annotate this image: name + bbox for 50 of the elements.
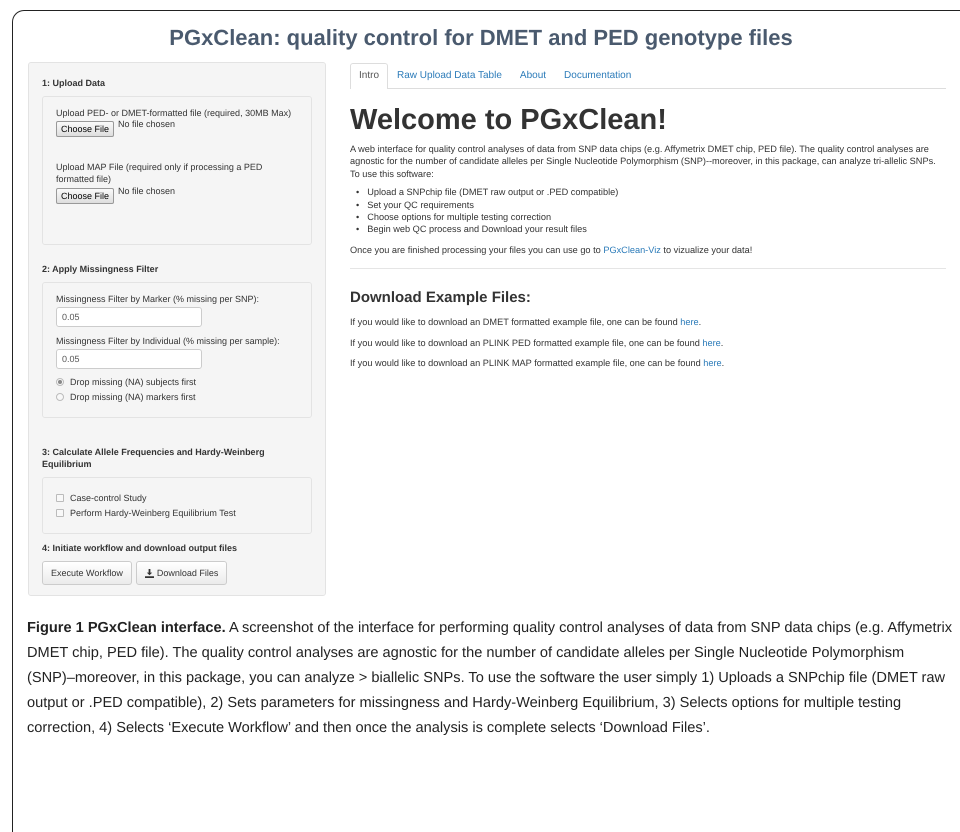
info-text: If you would like to download an PLINK MAP formatted example file, one can be found here. [350,357,726,370]
link[interactable]: here [703,358,722,368]
checkbox-label: Case-control Study [70,493,147,504]
bullet: • [356,211,360,224]
field-label: Upload PED- or DMET-formatted file (required, 30MB Max) [56,107,292,120]
info-text: Once you are finished processing your files you can use go to PGxClean-Viz to vizualize your data! [350,244,754,256]
intro-paragraph: A web interface for quality control analyses of data from SNP data chips (e.g. Affymetrix DMET chip, PED file). The quality control analyses are agnostic for the number of candidate alleles per Single Nucleotide Polymorphism (SNP)--moreover, in this package, can analyze tri-allelic SNPs. To use this software: [350,142,937,180]
figure-caption: Figure 1 PGxClean interface. A screenshot of the interface for performing quality control analyses of data from SNP data chips (e.g. Affymetrix DMET chip, PED file). The quality control analyses are agnostic for the number of candidate alleles per Single Nucleotide Polymorphism (SNP)–moreover, in this package, you can analyze > biallelic SNPs. To use the software the user simply 1) Uploads a SNPchip file (DMET raw output or .PED compatible), 2) Sets parameters for missingness and Hardy-Weinberg Equilibrium, 3) Selects options for multiple testing correction, 4) Selects ‘Execute Workflow’ and then once the analysis is complete selects ‘Download Files’. [26,619,952,738]
list-item: Begin web QC process and Download your result files [367,223,587,236]
choose-file-button[interactable]: Choose File [56,188,114,204]
info-text: If you would like to download an PLINK PED formatted example file, one can be found here. [350,336,724,350]
checkbox-label: Perform Hardy-Weinberg Equilibrium Test [70,508,236,518]
bullet: • [356,198,360,211]
radio-button[interactable] [56,378,64,386]
link[interactable]: here [702,338,721,348]
checkbox[interactable] [56,509,64,518]
app-title: PGxClean: quality control for DMET and PED genotype files [168,25,794,51]
field-label: Missingness Filter by Marker (% missing per SNP): [56,292,260,305]
radio-button[interactable] [56,392,64,401]
input-field[interactable]: 0.05 [56,306,202,327]
section-heading: Download Example Files: [350,289,532,306]
radio-label: Drop missing (NA) markers first [70,392,196,402]
section-heading: 3: Calculate Allele Frequencies and Hardy-Weinberg Equilibrium [42,446,266,470]
info-text: If you would like to download an DMET formatted example file, one can be found here. [350,316,702,329]
file-status: No file chosen [118,119,176,130]
link[interactable]: PGxClean-Viz [603,244,661,255]
checkbox[interactable] [56,494,64,502]
link[interactable]: here [680,317,699,328]
tab[interactable]: Intro [350,63,388,89]
field-label: Missingness Filter by Individual (% missing per sample): [56,334,281,347]
field-label: Upload MAP File (required only if processing a PED formatted file) [56,161,264,186]
input-field[interactable]: 0.05 [56,348,202,369]
section-heading: 2: Apply Missingness Filter [42,262,160,275]
download-button[interactable]: Download Files [136,561,228,586]
section-heading: 1: Upload Data [42,77,106,90]
list-item: Choose options for multiple testing correction [367,211,552,224]
download-icon [144,568,154,578]
bullet: • [356,186,360,199]
list-item: Set your QC requirements [367,198,474,211]
tab[interactable]: About [510,63,556,89]
radio-label: Drop missing (NA) subjects first [70,376,196,387]
tab[interactable]: Documentation [555,63,640,89]
section-heading: 4: Initiate workflow and download output files [42,542,238,554]
choose-file-button[interactable]: Choose File [56,121,114,138]
bullet: • [356,223,360,236]
execute-button[interactable]: Execute Workflow [42,561,132,586]
page-heading: Welcome to PGxClean! [350,105,668,137]
file-status: No file chosen [118,186,176,196]
tab[interactable]: Raw Upload Data Table [388,63,511,89]
list-item: Upload a SNPchip file (DMET raw output or .PED compatible) [367,186,618,199]
